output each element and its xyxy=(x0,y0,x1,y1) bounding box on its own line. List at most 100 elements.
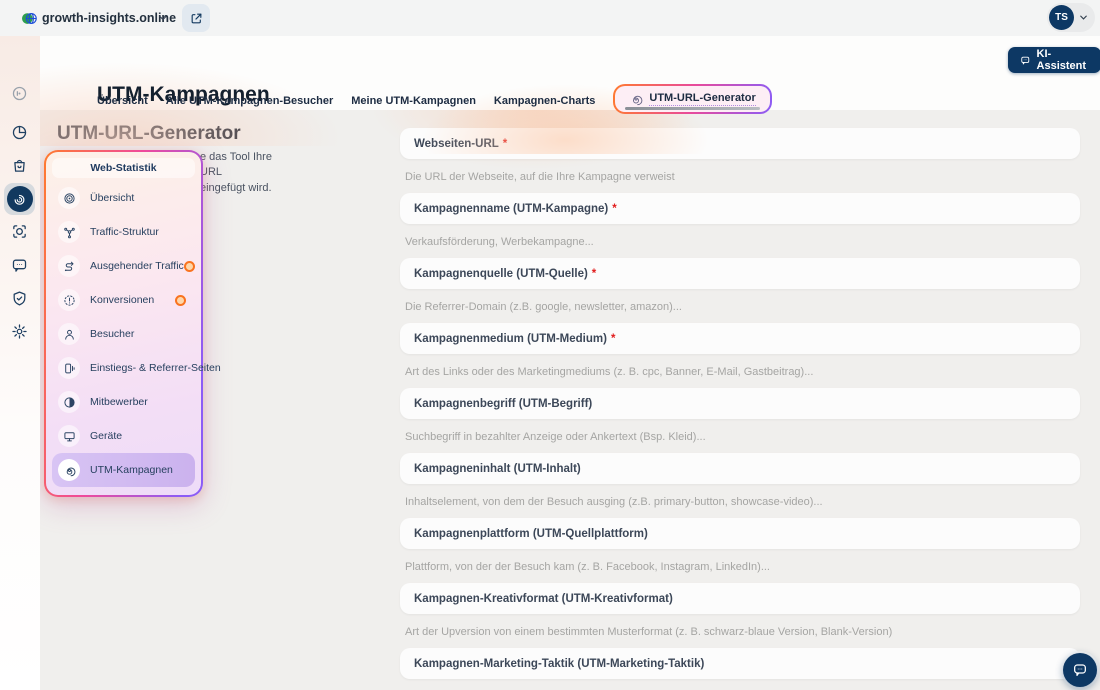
tab-label: UTM-URL-Generator xyxy=(649,92,755,106)
menu-item-mitbewerber[interactable]: Mitbewerber xyxy=(52,385,195,419)
menu-item-ausgehender-traffic[interactable]: Ausgehender Traffic xyxy=(52,249,195,283)
field-kampagnen-marketing-taktik[interactable]: Kampagnen-Marketing-Taktik (UTM-Marketin… xyxy=(400,648,1080,679)
form-field-group: Kampagnenmedium (UTM-Medium) * Art des L… xyxy=(400,323,1100,380)
sidebar-item-web-statistik[interactable] xyxy=(4,183,35,215)
tab-bar: Übersicht Alle UTM-Kampagnen-Besucher Me… xyxy=(97,88,772,114)
field-kampagnenmedium[interactable]: Kampagnenmedium (UTM-Medium) * xyxy=(400,323,1080,354)
external-link-icon xyxy=(190,12,203,25)
field-label: Kampagnenplattform (UTM-Quellplattform) xyxy=(414,528,648,540)
ki-assistent-label: KI-Assistent xyxy=(1037,48,1089,72)
web-statistik-popup-menu: Web-Statistik Übersicht Traffic-Struktur… xyxy=(44,150,203,497)
section-description-fragment: eingefügt wird. xyxy=(200,182,272,194)
main-content: UTM-URL-Generator e das Tool Ihre URL ei… xyxy=(40,110,1100,690)
field-kampagnenbegriff[interactable]: Kampagnenbegriff (UTM-Begriff) xyxy=(400,388,1080,419)
field-helper: Plattform, von der der Besuch kam (z. B.… xyxy=(405,561,1100,575)
field-label: Kampagnenquelle (UTM-Quelle) xyxy=(414,268,588,280)
open-site-button[interactable] xyxy=(182,4,210,32)
menu-item-label: Konversionen xyxy=(90,294,154,306)
network-icon xyxy=(58,221,80,243)
route-icon xyxy=(58,255,80,277)
utm-swirl-icon xyxy=(629,92,643,106)
tab-uebersicht[interactable]: Übersicht xyxy=(97,95,148,107)
bullseye-icon xyxy=(58,187,80,209)
utm-url-generator-form: Webseiten-URL * Die URL der Webseite, au… xyxy=(400,110,1100,690)
chat-bubble-icon xyxy=(1020,54,1031,67)
menu-item-utm-kampagnen[interactable]: UTM-Kampagnen xyxy=(52,453,195,487)
person-icon xyxy=(58,323,80,345)
field-kampagnenname[interactable]: Kampagnenname (UTM-Kampagne) * xyxy=(400,193,1080,224)
site-chevron-down-icon[interactable] xyxy=(157,12,169,24)
form-field-group: Kampagnen-Kreativformat (UTM-Kreativform… xyxy=(400,583,1100,640)
menu-item-label: Besucher xyxy=(90,328,134,340)
half-circle-icon xyxy=(58,391,80,413)
field-label: Kampagnenname (UTM-Kampagne) xyxy=(414,203,608,215)
menu-item-label: Übersicht xyxy=(90,192,134,204)
popup-title: Web-Statistik xyxy=(52,158,195,178)
pie-chart-icon[interactable] xyxy=(11,124,28,141)
required-asterisk: * xyxy=(612,203,616,215)
menu-item-label: Einstiegs- & Referrer-Seiten xyxy=(90,362,221,374)
ki-assistent-button[interactable]: KI-Assistent xyxy=(1008,47,1100,73)
chat-bubble-icon[interactable] xyxy=(11,257,28,274)
field-kampagneninhalt[interactable]: Kampagneninhalt (UTM-Inhalt) xyxy=(400,453,1080,484)
field-helper: Verkaufsförderung, Werbekampagne... xyxy=(405,236,1100,250)
field-helper: Art des Links oder des Marketingmediums … xyxy=(405,366,1100,380)
menu-item-besucher[interactable]: Besucher xyxy=(52,317,195,351)
menu-item-label: Mitbewerber xyxy=(90,396,148,408)
field-helper: Suchbegriff in bezahlter Anzeige oder An… xyxy=(405,431,1100,445)
menu-item-label: Geräte xyxy=(90,430,122,442)
field-webseiten-url[interactable]: Webseiten-URL * xyxy=(400,128,1080,159)
notification-badge xyxy=(175,295,186,306)
chat-fab-button[interactable] xyxy=(1063,653,1097,687)
menu-item-traffic-struktur[interactable]: Traffic-Struktur xyxy=(52,215,195,249)
site-name[interactable]: growth-insights.online xyxy=(42,11,176,25)
required-asterisk: * xyxy=(503,138,507,150)
field-helper: Die Referrer-Domain (z.B. google, newsle… xyxy=(405,301,1100,315)
required-asterisk: * xyxy=(611,333,615,345)
field-helper: Inhaltselement, von dem der Besuch ausgi… xyxy=(405,496,1100,510)
field-label: Kampagnen-Kreativformat (UTM-Kreativform… xyxy=(414,593,673,605)
field-kampagnen-kreativformat[interactable]: Kampagnen-Kreativformat (UTM-Kreativform… xyxy=(400,583,1080,614)
field-helper: Die URL der Webseite, auf die Ihre Kampa… xyxy=(405,171,1100,185)
required-asterisk: * xyxy=(592,268,596,280)
field-label: Kampagnen-Marketing-Taktik (UTM-Marketin… xyxy=(414,658,704,670)
menu-item-label: Ausgehender Traffic xyxy=(90,260,184,272)
icon-sidebar xyxy=(0,36,40,690)
exclamation-circle-icon xyxy=(58,289,80,311)
gear-icon[interactable] xyxy=(11,323,28,340)
field-label: Kampagnenmedium (UTM-Medium) xyxy=(414,333,607,345)
tab-meine-utm-kampagnen[interactable]: Meine UTM-Kampagnen xyxy=(351,95,476,107)
site-favicon-globe-icon xyxy=(21,10,38,27)
account-menu-button[interactable]: TS xyxy=(1047,3,1095,32)
web-statistik-icon xyxy=(7,186,33,212)
field-label: Kampagnenbegriff (UTM-Begriff) xyxy=(414,398,592,410)
target-scan-icon[interactable] xyxy=(11,223,28,240)
menu-item-konversionen[interactable]: Konversionen xyxy=(52,283,195,317)
section-description-fragment: URL xyxy=(200,166,222,178)
form-field-group: Kampagnenname (UTM-Kampagne) * Verkaufsf… xyxy=(400,193,1100,250)
form-field-group: Kampagneninhalt (UTM-Inhalt) Inhaltselem… xyxy=(400,453,1100,510)
section-title: UTM-URL-Generator xyxy=(57,123,241,145)
field-kampagnenquelle[interactable]: Kampagnenquelle (UTM-Quelle) * xyxy=(400,258,1080,289)
tab-kampagnen-charts[interactable]: Kampagnen-Charts xyxy=(494,95,595,107)
menu-item-uebersicht[interactable]: Übersicht xyxy=(52,181,195,215)
utm-swirl-icon xyxy=(58,459,80,481)
section-description-fragment: e das Tool Ihre xyxy=(200,151,272,163)
avatar: TS xyxy=(1049,5,1074,30)
browser-top-bar: growth-insights.online TS xyxy=(0,0,1100,36)
form-field-group: Kampagnenplattform (UTM-Quellplattform) … xyxy=(400,518,1100,575)
form-field-group: Kampagnenquelle (UTM-Quelle) * Die Refer… xyxy=(400,258,1100,315)
pages-icon xyxy=(58,357,80,379)
field-kampagnenplattform[interactable]: Kampagnenplattform (UTM-Quellplattform) xyxy=(400,518,1080,549)
tab-utm-url-generator[interactable]: UTM-URL-Generator xyxy=(613,84,771,114)
account-chevron-down-icon xyxy=(1078,12,1089,23)
menu-item-einstiegs-referrer-seiten[interactable]: Einstiegs- & Referrer-Seiten xyxy=(52,351,195,385)
status-circle-icon[interactable] xyxy=(11,85,28,102)
menu-item-label: UTM-Kampagnen xyxy=(90,464,173,476)
shield-check-icon[interactable] xyxy=(11,290,28,307)
tab-alle-utm-kampagnen-besucher[interactable]: Alle UTM-Kampagnen-Besucher xyxy=(166,95,333,107)
menu-item-geraete[interactable]: Geräte xyxy=(52,419,195,453)
shopping-bag-icon[interactable] xyxy=(11,157,28,174)
menu-item-label: Traffic-Struktur xyxy=(90,226,159,238)
chat-bubble-icon xyxy=(1072,662,1088,678)
